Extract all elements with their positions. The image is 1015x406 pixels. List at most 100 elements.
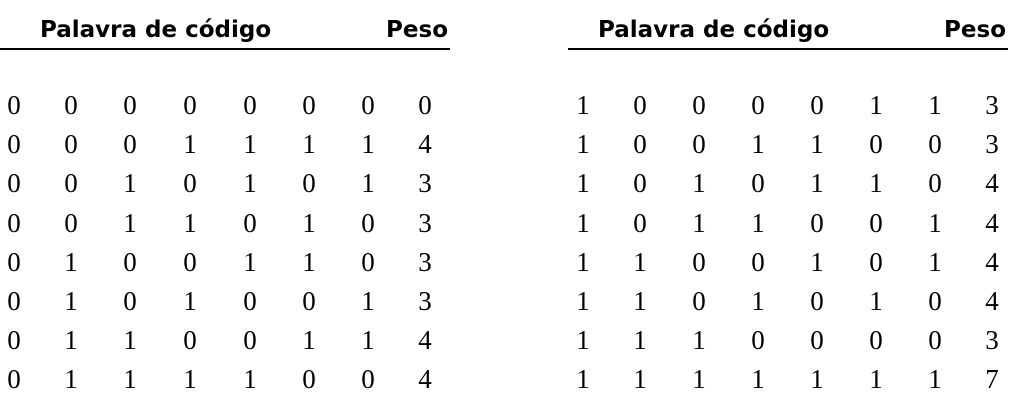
bit-cell: 0 [183, 246, 197, 277]
bit-cell: 0 [183, 168, 197, 199]
bit-cell: 1 [361, 325, 375, 356]
bit-cell: 1 [123, 207, 137, 238]
bit-cell: 0 [7, 325, 21, 356]
bit-cell: 0 [692, 129, 706, 160]
table-row: 1 1 0 1 0 1 0 4 [568, 282, 1008, 321]
bit-cell: 0 [123, 285, 137, 316]
weight-cell: 3 [985, 129, 999, 160]
table-row: 0 0 1 0 1 0 1 3 [0, 164, 450, 203]
bit-cell: 1 [183, 364, 197, 395]
bit-cell: 0 [64, 168, 78, 199]
table-row: 0 0 0 1 1 1 1 4 [0, 125, 450, 164]
bit-cell: 0 [302, 90, 316, 120]
bit-cell: 1 [633, 246, 647, 277]
bit-cell: 1 [576, 207, 590, 238]
bit-cell: 0 [183, 90, 197, 120]
table-row: 0 1 0 1 0 0 1 3 [0, 282, 450, 321]
weight-column-header: Peso [386, 17, 448, 43]
bit-cell: 0 [64, 207, 78, 238]
table-row: 0 0 1 1 0 1 0 3 [0, 204, 450, 243]
bit-cell: 1 [751, 129, 765, 160]
bit-cell: 0 [64, 129, 78, 160]
bit-cell: 1 [751, 285, 765, 316]
weight-cell: 4 [985, 285, 999, 316]
weight-cell: 4 [418, 364, 432, 395]
bit-cell: 1 [810, 364, 824, 395]
bit-cell: 0 [810, 285, 824, 316]
bit-cell: 0 [7, 364, 21, 395]
bit-cell: 1 [243, 246, 257, 277]
bit-cell: 0 [810, 90, 824, 120]
bit-cell: 1 [302, 207, 316, 238]
bit-cell: 1 [302, 325, 316, 356]
bit-cell: 1 [123, 364, 137, 395]
bit-cell: 1 [64, 285, 78, 316]
weight-cell: 4 [418, 325, 432, 356]
bit-cell: 1 [928, 90, 942, 120]
weight-cell: 3 [418, 207, 432, 238]
table-row: 1 1 1 1 1 1 1 7 [568, 360, 1008, 399]
bit-cell: 0 [243, 285, 257, 316]
bit-cell: 0 [869, 246, 883, 277]
table-body: 1 0 0 0 0 1 1 3 1 0 0 1 1 0 0 3 1 0 1 0 1 1 0 4 1 0 1 1 0 0 1 4 1 1 0 0 1 0 1 4… [568, 86, 1008, 400]
bit-cell: 1 [869, 285, 883, 316]
bit-cell: 0 [692, 90, 706, 120]
bit-cell: 0 [7, 246, 21, 277]
bit-cell: 1 [243, 129, 257, 160]
bit-cell: 0 [302, 364, 316, 395]
bit-cell: 1 [692, 207, 706, 238]
table-row: 1 1 1 0 0 0 0 3 [568, 321, 1008, 360]
bit-cell: 0 [928, 325, 942, 356]
bit-cell: 0 [123, 90, 137, 120]
bit-cell: 1 [361, 129, 375, 160]
bit-cell: 0 [810, 207, 824, 238]
bit-cell: 1 [183, 285, 197, 316]
bit-cell: 1 [361, 285, 375, 316]
bit-cell: 1 [64, 246, 78, 277]
bit-cell: 0 [7, 285, 21, 316]
table-row: 1 1 0 0 1 0 1 4 [568, 243, 1008, 282]
bit-cell: 0 [361, 207, 375, 238]
bit-cell: 0 [123, 246, 137, 277]
bit-cell: 0 [64, 90, 78, 120]
weight-cell: 4 [418, 129, 432, 160]
bit-cell: 0 [7, 90, 21, 120]
table-body: 0 0 0 0 0 0 0 0 0 0 0 1 1 1 1 4 0 0 1 0 1 0 1 3 0 0 1 1 0 1 0 3 0 1 0 0 1 1 0 3… [0, 86, 450, 400]
bit-cell: 1 [123, 168, 137, 199]
bit-cell: 1 [576, 285, 590, 316]
weight-cell: 3 [418, 246, 432, 277]
bit-cell: 0 [633, 168, 647, 199]
bit-cell: 1 [810, 129, 824, 160]
weight-cell: 3 [985, 90, 999, 120]
bit-cell: 0 [361, 364, 375, 395]
bit-cell: 0 [928, 129, 942, 160]
bit-cell: 0 [633, 129, 647, 160]
bit-cell: 1 [869, 168, 883, 199]
bit-cell: 0 [123, 129, 137, 160]
bit-cell: 1 [928, 207, 942, 238]
table-header: Palavra de código Peso [568, 12, 1008, 50]
table-row: 1 0 1 0 1 1 0 4 [568, 164, 1008, 203]
table-row: 1 0 1 1 0 0 1 4 [568, 204, 1008, 243]
bit-cell: 1 [183, 129, 197, 160]
codeword-column-header: Palavra de código [598, 17, 830, 43]
bit-cell: 1 [576, 325, 590, 356]
bit-cell: 0 [7, 207, 21, 238]
bit-cell: 1 [576, 246, 590, 277]
bit-cell: 0 [869, 325, 883, 356]
bit-cell: 1 [692, 364, 706, 395]
bit-cell: 1 [751, 207, 765, 238]
bit-cell: 1 [302, 129, 316, 160]
bit-cell: 1 [633, 364, 647, 395]
weight-cell: 4 [985, 207, 999, 238]
bit-cell: 0 [928, 285, 942, 316]
bit-cell: 1 [302, 246, 316, 277]
bit-cell: 1 [576, 168, 590, 199]
bit-cell: 0 [751, 90, 765, 120]
bit-cell: 0 [751, 325, 765, 356]
bit-cell: 1 [183, 207, 197, 238]
weight-column-header: Peso [944, 17, 1006, 43]
bit-cell: 1 [123, 325, 137, 356]
bit-cell: 1 [576, 364, 590, 395]
weight-cell: 4 [985, 168, 999, 199]
